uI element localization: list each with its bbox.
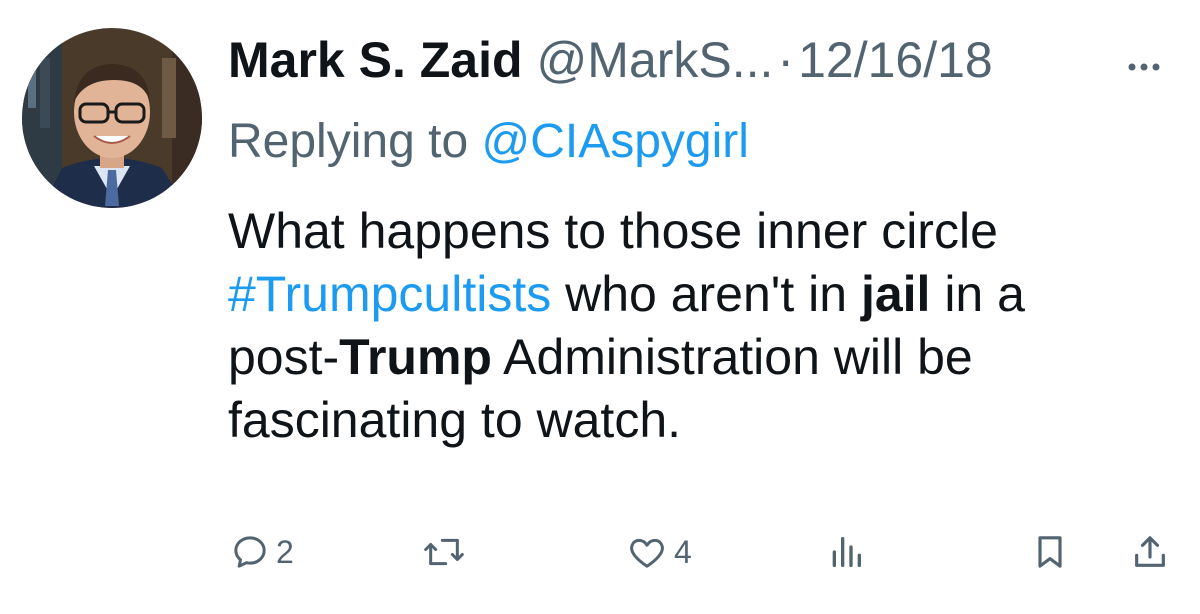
tweet-date[interactable]: 12/16/18 (798, 30, 993, 90)
tweet-header: Mark S. Zaid @MarkS... · 12/16/18 (228, 30, 1180, 90)
text-segment: in a (930, 266, 1025, 322)
replying-to-label: Replying to (228, 115, 482, 168)
action-bar: 2 4 (222, 520, 1182, 590)
tweet-text-line-1: What happens to those inner circle (228, 203, 998, 259)
text-segment: post- (228, 329, 340, 385)
avatar[interactable] (22, 28, 202, 208)
bookmark-icon (1038, 536, 1062, 568)
author-name[interactable]: Mark S. Zaid (228, 30, 523, 90)
like-count: 4 (674, 534, 692, 570)
retweet-button[interactable] (422, 532, 472, 572)
tweet-text-line-4: fascinating to watch. (228, 392, 682, 448)
more-horizontal-icon[interactable] (1124, 40, 1164, 80)
share-icon (1135, 536, 1165, 567)
retweet-icon (424, 538, 464, 566)
separator-dot: · (777, 32, 795, 88)
bold-text: jail (860, 266, 931, 322)
hashtag-link[interactable]: #Trumpcultists (228, 266, 551, 322)
reply-count: 2 (276, 534, 294, 570)
replying-to: Replying to @CIAspygirl (228, 112, 749, 172)
text-segment: who aren't in (551, 266, 861, 322)
reply-mention-link[interactable]: @CIAspygirl (481, 115, 748, 168)
views-button[interactable] (826, 532, 872, 572)
bookmark-button[interactable] (1030, 532, 1070, 572)
reply-button[interactable]: 2 (230, 532, 294, 572)
share-button[interactable] (1130, 532, 1170, 572)
author-handle[interactable]: @MarkS... (537, 30, 774, 90)
text-segment: Administration will be (491, 329, 973, 385)
heart-icon (630, 538, 664, 568)
tweet-text: What happens to those inner circle #Trum… (228, 200, 1178, 452)
tweet-text-line-2: #Trumpcultists who aren't in jail in a (228, 263, 1178, 326)
like-button[interactable]: 4 (626, 532, 692, 572)
analytics-icon (832, 537, 861, 567)
reply-icon (234, 536, 266, 568)
bold-text: Trump (339, 329, 492, 385)
profile-photo (22, 28, 202, 208)
tweet-text-line-3: post-Trump Administration will be (228, 326, 1178, 389)
